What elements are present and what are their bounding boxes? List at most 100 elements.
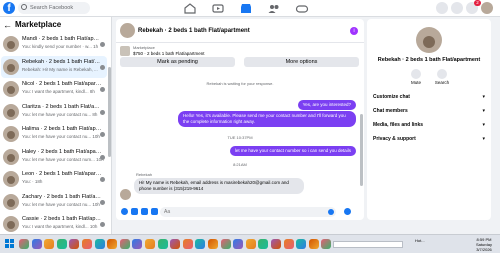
conversation-name: Cassie · 2 beds 1 bath Flat/apart... — [22, 216, 102, 222]
list-item[interactable]: Halima · 2 beds 1 bath Flat/apart... You:… — [1, 123, 107, 145]
taskbar-app-icon[interactable] — [106, 237, 118, 251]
taskbar-app-icon[interactable] — [94, 237, 106, 251]
taskbar-app-icon[interactable] — [194, 237, 206, 251]
taskbar-app-icon[interactable] — [56, 237, 68, 251]
taskbar-app-icon[interactable] — [131, 237, 143, 251]
avatar[interactable] — [120, 23, 135, 38]
thumbs-up-icon[interactable] — [344, 208, 351, 215]
taskbar-app-icon[interactable] — [169, 237, 181, 251]
mark-as-pending-button[interactable]: Mark as pending — [120, 57, 235, 67]
conversation-preview: You: · 18h — [22, 179, 43, 184]
mute-button[interactable]: Mute — [405, 69, 427, 89]
taskbar-app-icon[interactable] — [31, 237, 43, 251]
outgoing-message: let me have your contact number so i can… — [229, 146, 356, 156]
app-icon — [44, 239, 55, 249]
conversation-name: Leon · 2 beds 1 bath Flat/apartme... — [22, 171, 102, 177]
list-item[interactable]: Zachary · 2 beds 1 bath Flat/apart... You… — [1, 191, 107, 213]
groups-icon[interactable] — [267, 2, 281, 15]
home-icon[interactable] — [183, 2, 197, 15]
taskbar-app-icon[interactable] — [283, 237, 295, 251]
app-icon — [208, 239, 218, 249]
taskbar-app-icon[interactable] — [207, 237, 219, 251]
menu-grid-icon[interactable] — [436, 2, 448, 14]
taskbar-app-icon[interactable] — [119, 237, 131, 251]
mute-label: Mute — [410, 80, 421, 85]
taskbar-app-icon[interactable] — [157, 237, 169, 251]
section-title: Media, files and links — [373, 122, 424, 128]
list-item[interactable]: Cassie · 2 beds 1 bath Flat/apart... You:… — [1, 213, 107, 234]
section-media-files-links[interactable]: Media, files and links ▾ — [373, 121, 487, 131]
sidebar-scrollbar[interactable] — [108, 67, 111, 157]
list-item[interactable]: Rebekah · 2 beds 1 bath Flat/apa... Rebek… — [1, 55, 107, 78]
taskbar-app-icon[interactable] — [81, 237, 93, 251]
marketplace-icon[interactable] — [239, 2, 253, 15]
tray-weather[interactable]: Hot... — [415, 238, 425, 243]
section-privacy-support[interactable]: Privacy & support ▾ — [373, 135, 487, 145]
conversation-name: Mandi · 2 beds 1 bath Flat/apartment — [22, 36, 102, 42]
taskbar-app-icon[interactable] — [144, 237, 156, 251]
taskbar-app-icon[interactable] — [182, 237, 194, 251]
search-label: Search — [434, 80, 450, 85]
taskbar-app-icon[interactable] — [308, 237, 320, 251]
taskbar-app-icon[interactable] — [18, 237, 30, 251]
avatar — [3, 126, 19, 142]
gaming-icon[interactable] — [295, 2, 309, 15]
list-item[interactable]: Mandi · 2 beds 1 bath Flat/apartment You:… — [1, 33, 107, 55]
taskbar-app-icon[interactable] — [257, 237, 269, 251]
account-avatar[interactable] — [481, 2, 493, 14]
search-icon — [437, 69, 447, 79]
chat-title[interactable]: Rebekah · 2 beds 1 bath Flat/apartment — [138, 27, 250, 35]
arrow-left-icon[interactable]: ← — [3, 20, 12, 30]
taskbar-search-input[interactable] — [333, 241, 403, 248]
facebook-search-input[interactable]: Search Facebook — [18, 2, 90, 14]
conversation-preview: You: let me have your contact nu... 10h — [22, 134, 100, 139]
list-item[interactable]: Nicol · 2 beds 1 bath Flat/apartment You:… — [1, 78, 107, 100]
notifications-icon[interactable]: 2 — [466, 0, 481, 14]
app-icon — [321, 239, 332, 249]
list-item[interactable]: Haley · 2 beds 1 bath Flat/apart... You: … — [1, 146, 107, 168]
facebook-logo[interactable]: f — [3, 2, 15, 14]
windows-taskbar: Hot... 8:59 PM Saturday 3/7/2026 — [0, 234, 500, 253]
video-icon[interactable] — [211, 2, 225, 15]
app-icon — [94, 239, 105, 249]
chat-window: Rebekah · 2 beds 1 bath Flat/apartment i… — [116, 19, 364, 220]
system-clock[interactable]: 8:59 PM Saturday 3/7/2026 — [470, 237, 498, 252]
app-icon — [220, 239, 231, 249]
conversation-name: Haley · 2 beds 1 bath Flat/apart... — [22, 148, 102, 155]
read-receipt-icon — [100, 64, 105, 70]
taskbar-app-icon[interactable] — [245, 237, 257, 251]
timestamp: 8:21AM — [233, 162, 247, 167]
app-icon — [31, 239, 42, 249]
windows-start-icon[interactable] — [5, 239, 15, 249]
conversation-preview: Rebekah: Hi! My name is Rebekah, ... — [22, 66, 98, 72]
avatar[interactable] — [416, 27, 442, 53]
info-icon[interactable]: i — [350, 27, 358, 35]
messenger-icon[interactable] — [451, 2, 463, 14]
taskbar-app-icon[interactable] — [295, 237, 307, 251]
message-input[interactable] — [160, 207, 336, 217]
section-customize-chat[interactable]: Customize chat ▾ — [373, 93, 487, 103]
taskbar-app-icon[interactable] — [68, 237, 80, 251]
sender-name: Rebekah — [136, 172, 153, 177]
taskbar-app-icon[interactable] — [320, 237, 332, 251]
avatar — [3, 148, 19, 165]
gif-icon[interactable] — [151, 208, 158, 215]
section-chat-members[interactable]: Chat members ▾ — [373, 107, 487, 117]
smiley-icon[interactable] — [328, 209, 334, 215]
conversation-preview: You: let me have your contact nu... 8h — [22, 111, 98, 117]
sticker-icon[interactable] — [141, 208, 148, 215]
taskbar-app-icon[interactable] — [43, 237, 55, 251]
outgoing-message: Yes, are you interested? — [297, 100, 356, 110]
mic-icon[interactable] — [121, 208, 128, 215]
chat-scrollbar[interactable] — [360, 114, 363, 186]
conversation-name: Rebekah · 2 beds 1 bath Flat/apa... — [22, 58, 102, 65]
app-icon — [119, 239, 130, 249]
search-in-conversation-button[interactable]: Search — [431, 69, 453, 89]
list-item[interactable]: Leon · 2 beds 1 bath Flat/apartme... You:… — [1, 168, 107, 190]
taskbar-app-icon[interactable] — [220, 237, 232, 251]
taskbar-app-icon[interactable] — [270, 237, 282, 251]
taskbar-app-icon[interactable] — [232, 237, 244, 251]
list-item[interactable]: Claritza · 2 beds 1 bath Flat/apa... You:… — [1, 101, 107, 123]
more-options-button[interactable]: More options — [244, 57, 359, 67]
image-icon[interactable] — [131, 208, 138, 215]
